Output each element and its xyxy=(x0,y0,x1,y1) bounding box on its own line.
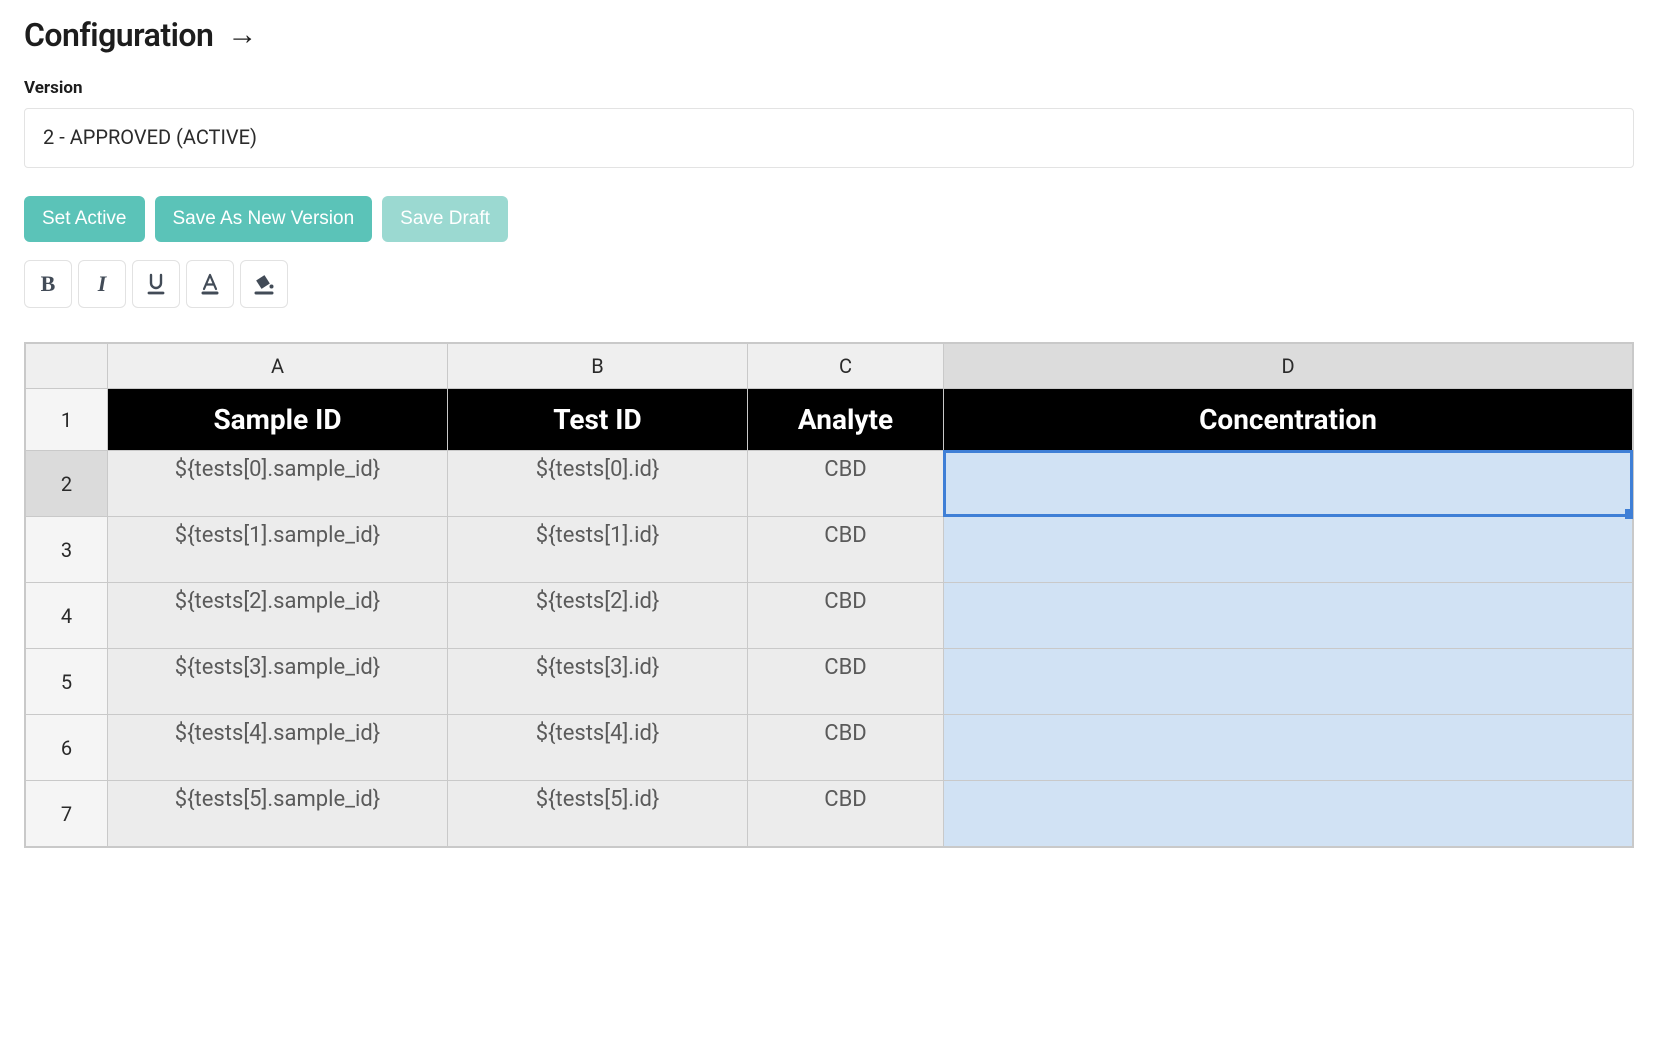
cell[interactable]: CBD xyxy=(748,583,944,649)
row-header-7[interactable]: 7 xyxy=(26,781,108,847)
column-header-b[interactable]: B xyxy=(448,344,748,389)
select-all-corner[interactable] xyxy=(26,344,108,389)
cell[interactable]: ${tests[1].id} xyxy=(448,517,748,583)
column-header-a[interactable]: A xyxy=(108,344,448,389)
bold-icon: B xyxy=(41,273,56,295)
cell[interactable]: ${tests[3].id} xyxy=(448,649,748,715)
text-color-icon xyxy=(198,272,222,296)
underline-icon xyxy=(144,272,168,296)
row-header-3[interactable]: 3 xyxy=(26,517,108,583)
table-row: 7 ${tests[5].sample_id} ${tests[5].id} C… xyxy=(26,781,1633,847)
set-active-button[interactable]: Set Active xyxy=(24,196,145,242)
cell[interactable]: CBD xyxy=(748,715,944,781)
cell[interactable]: ${tests[1].sample_id} xyxy=(108,517,448,583)
row-header-4[interactable]: 4 xyxy=(26,583,108,649)
table-row: 4 ${tests[2].sample_id} ${tests[2].id} C… xyxy=(26,583,1633,649)
cell[interactable] xyxy=(944,715,1633,781)
format-toolbar: B I xyxy=(24,260,1634,308)
save-draft-button: Save Draft xyxy=(382,196,508,242)
selection-outline xyxy=(943,450,1633,517)
text-color-button[interactable] xyxy=(186,260,234,308)
cell[interactable]: ${tests[4].id} xyxy=(448,715,748,781)
cell[interactable]: ${tests[2].id} xyxy=(448,583,748,649)
table-row: 1 Sample ID Test ID Analyte Concentratio… xyxy=(26,389,1633,451)
cell[interactable]: CBD xyxy=(748,649,944,715)
arrow-right-icon: → xyxy=(227,20,257,50)
page-title: Configuration xyxy=(24,16,213,54)
italic-icon: I xyxy=(98,273,107,295)
table-row: 2 ${tests[0].sample_id} ${tests[0].id} C… xyxy=(26,451,1633,517)
action-button-row: Set Active Save As New Version Save Draf… xyxy=(24,196,1634,242)
cell[interactable] xyxy=(944,583,1633,649)
version-select-value: 2 - APPROVED (ACTIVE) xyxy=(43,125,257,149)
bold-button[interactable]: B xyxy=(24,260,72,308)
cell[interactable]: ${tests[5].sample_id} xyxy=(108,781,448,847)
save-as-new-version-button[interactable]: Save As New Version xyxy=(155,196,373,242)
table-row: 3 ${tests[1].sample_id} ${tests[1].id} C… xyxy=(26,517,1633,583)
cell[interactable]: Analyte xyxy=(748,389,944,451)
cell[interactable]: ${tests[2].sample_id} xyxy=(108,583,448,649)
cell[interactable]: Test ID xyxy=(448,389,748,451)
cell-selected[interactable] xyxy=(944,451,1633,517)
version-label: Version xyxy=(24,78,1634,98)
cell[interactable] xyxy=(944,649,1633,715)
cell[interactable]: ${tests[0].id} xyxy=(448,451,748,517)
fill-color-button[interactable] xyxy=(240,260,288,308)
underline-button[interactable] xyxy=(132,260,180,308)
row-header-6[interactable]: 6 xyxy=(26,715,108,781)
italic-button[interactable]: I xyxy=(78,260,126,308)
cell[interactable]: CBD xyxy=(748,517,944,583)
row-header-2[interactable]: 2 xyxy=(26,451,108,517)
version-select[interactable]: 2 - APPROVED (ACTIVE) xyxy=(24,108,1634,168)
row-header-1[interactable]: 1 xyxy=(26,389,108,451)
row-header-5[interactable]: 5 xyxy=(26,649,108,715)
cell[interactable] xyxy=(944,517,1633,583)
table-row: 5 ${tests[3].sample_id} ${tests[3].id} C… xyxy=(26,649,1633,715)
cell[interactable] xyxy=(944,781,1633,847)
cell[interactable]: CBD xyxy=(748,451,944,517)
cell[interactable]: CBD xyxy=(748,781,944,847)
cell[interactable]: ${tests[3].sample_id} xyxy=(108,649,448,715)
table-row: 6 ${tests[4].sample_id} ${tests[4].id} C… xyxy=(26,715,1633,781)
page-title-row: Configuration → xyxy=(24,16,1634,54)
column-header-d[interactable]: D xyxy=(944,344,1633,389)
column-header-c[interactable]: C xyxy=(748,344,944,389)
cell[interactable]: Sample ID xyxy=(108,389,448,451)
cell[interactable]: Concentration xyxy=(944,389,1633,451)
cell[interactable]: ${tests[0].sample_id} xyxy=(108,451,448,517)
cell[interactable]: ${tests[5].id} xyxy=(448,781,748,847)
fill-color-icon xyxy=(252,272,276,296)
spreadsheet[interactable]: A B C D 1 Sample ID Test ID Analyte Conc… xyxy=(24,342,1634,848)
column-header-row: A B C D xyxy=(26,344,1633,389)
cell[interactable]: ${tests[4].sample_id} xyxy=(108,715,448,781)
